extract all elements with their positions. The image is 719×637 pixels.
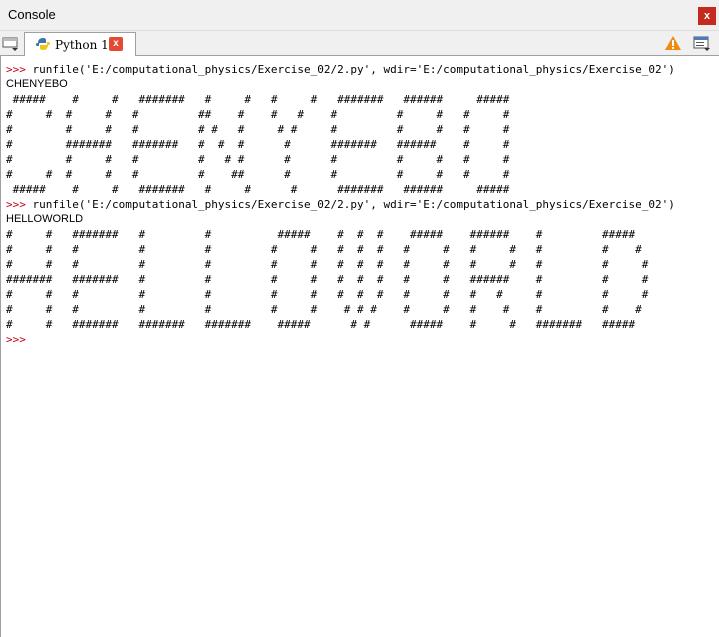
console-line-text: ##### # # ####### # # # ####### ###### #… xyxy=(6,183,510,196)
console-line: CHENYEBO xyxy=(6,77,719,92)
python-icon xyxy=(35,37,51,51)
console-line-text: runfile('E:/computational_physics/Exerci… xyxy=(25,198,675,211)
console-title: Console xyxy=(8,7,56,22)
warning-icon[interactable] xyxy=(664,35,682,51)
console-line: ####### ####### # # # # # # # # # ######… xyxy=(6,272,719,287)
console-line-text: ####### ####### # # # # # # # # # ######… xyxy=(6,273,649,286)
console-line-text: # # # # # # # # # # # # # # # # # xyxy=(6,303,642,316)
prompt-marker: >>> xyxy=(6,63,26,76)
prompt-marker: >>> xyxy=(6,198,26,211)
tab-close-icon[interactable]: x xyxy=(109,37,123,51)
console-line: # # # # # # ## # # # # # # xyxy=(6,167,719,182)
console-line-text: # # ####### # # ##### # # # ##### ######… xyxy=(6,228,636,241)
console-line-text: ##### # # ####### # # # # ####### ######… xyxy=(6,93,510,106)
console-line-text: # # # # # # # # # # # # # # # # # xyxy=(6,288,649,301)
close-pane-button[interactable]: x xyxy=(698,7,716,25)
console-line: # ####### ####### # # # # ####### ######… xyxy=(6,137,719,152)
console-output[interactable]: >>> runfile('E:/computational_physics/Ex… xyxy=(0,56,719,637)
console-line-text: # ####### ####### # # # # ####### ######… xyxy=(6,138,510,151)
console-line: # # # # # ## # # # # # # # # xyxy=(6,107,719,122)
console-line: # # # # # # # # # # # # # # # # # xyxy=(6,287,719,302)
console-line: # # ####### # # ##### # # # ##### ######… xyxy=(6,227,719,242)
console-line: # # # # # # # # # # # # # # # # # xyxy=(6,242,719,257)
console-line-text: # # # # # # ## # # # # # # xyxy=(6,168,510,181)
console-line-text: # # # # # # # # # # # # # # # # # xyxy=(6,258,649,271)
tab-menu-icon[interactable] xyxy=(2,35,20,51)
console-line-text: # # # # # # # # # # # # # xyxy=(6,153,510,166)
console-line: HELLOWORLD xyxy=(6,212,719,227)
console-line: # # # # # # # # # # # # # # xyxy=(6,122,719,137)
options-icon[interactable] xyxy=(693,35,711,51)
console-line: >>> runfile('E:/computational_physics/Ex… xyxy=(6,197,719,212)
console-line-text: CHENYEBO xyxy=(6,78,68,90)
tab-bar: Python 1 x xyxy=(0,31,719,56)
console-line: ##### # # ####### # # # # ####### ######… xyxy=(6,92,719,107)
console-line-text: # # # # # # # # # # # # # # # # # xyxy=(6,243,642,256)
console-line: ##### # # ####### # # # ####### ###### #… xyxy=(6,182,719,197)
console-line-text: runfile('E:/computational_physics/Exerci… xyxy=(25,63,675,76)
console-line: # # # # # # # # # # # # # xyxy=(6,152,719,167)
console-titlebar: Console x xyxy=(0,0,719,31)
tab-python-1[interactable]: Python 1 x xyxy=(24,32,136,56)
console-line: >>> runfile('E:/computational_physics/Ex… xyxy=(6,62,719,77)
console-line-text: # # ####### ####### ####### ##### # # ##… xyxy=(6,318,636,331)
console-line: # # # # # # # # # # # # # # # # # xyxy=(6,302,719,317)
console-line-text: # # # # # # # # # # # # # # xyxy=(6,123,510,136)
console-lines: >>> runfile('E:/computational_physics/Ex… xyxy=(6,62,719,347)
prompt-marker: >>> xyxy=(6,333,26,346)
console-line: # # ####### ####### ####### ##### # # ##… xyxy=(6,317,719,332)
console-line-text: # # # # # ## # # # # # # # # xyxy=(6,108,510,121)
console-line-text: HELLOWORLD xyxy=(6,213,84,225)
console-line: # # # # # # # # # # # # # # # # # xyxy=(6,257,719,272)
console-line: >>> xyxy=(6,332,719,347)
tab-label: Python 1 xyxy=(55,38,109,52)
